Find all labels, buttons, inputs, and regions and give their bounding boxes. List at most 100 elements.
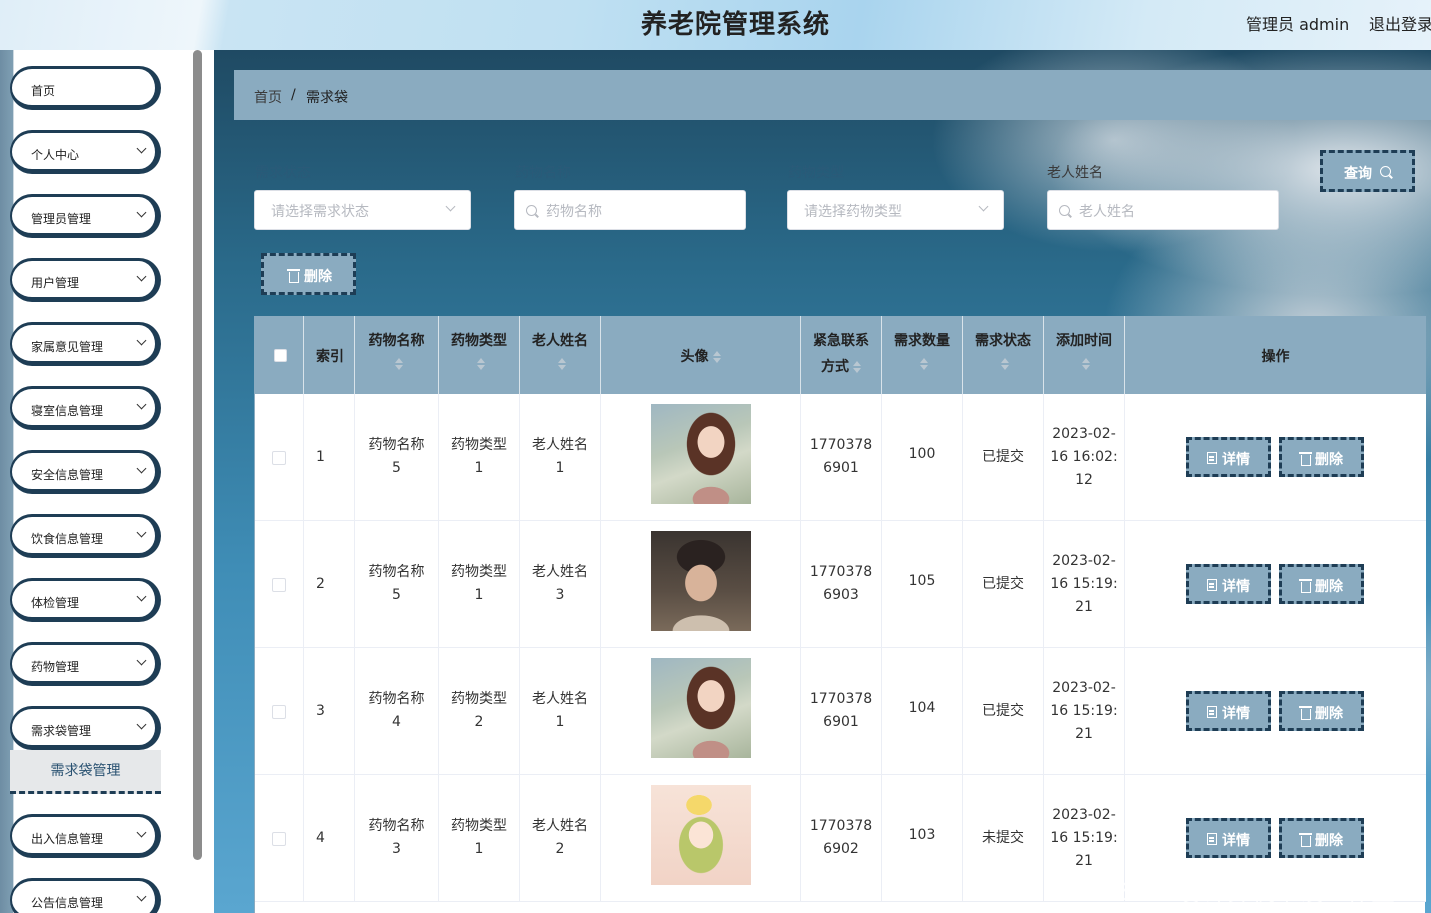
select-all-checkbox[interactable] <box>274 349 287 362</box>
sidebar-subitem-demand-bag[interactable]: 需求袋管理 <box>10 750 161 794</box>
sidebar-item-safety-info[interactable]: 安全信息管理 <box>10 450 161 494</box>
sidebar-scrollbar[interactable] <box>193 50 202 860</box>
drug-type-value: 药物类型 1 <box>439 434 519 480</box>
contact-value: 1770378 6903 <box>801 561 881 607</box>
delete-button[interactable]: 删除 <box>1279 818 1364 858</box>
drug-name-value: 药物名称 5 <box>355 434 438 480</box>
app-title: 养老院管理系统 <box>640 10 830 40</box>
table-cell: 未提交 <box>963 775 1044 902</box>
row-checkbox[interactable] <box>272 578 286 592</box>
breadcrumb-home[interactable]: 首页 <box>254 87 282 107</box>
status-select-placeholder: 请选择需求状态 <box>271 204 369 220</box>
row-checkbox[interactable] <box>272 705 286 719</box>
status-value: 已提交 <box>982 703 1024 719</box>
detail-button-label: 详情 <box>1222 706 1250 722</box>
main-content: 首页 / 需求袋 需求状态 请选择需求状态 药物名称 药物名称 药物类型 请选择… <box>214 50 1431 913</box>
sidebar-item-notice-info[interactable]: 公告信息管理 <box>10 878 161 913</box>
sidebar-item-access-info[interactable]: 出入信息管理 <box>10 814 161 858</box>
query-button[interactable]: 查询 <box>1320 150 1415 192</box>
added-time-line-2: 16 15:19: <box>1050 830 1118 846</box>
current-user: 管理员 admin <box>1246 15 1350 34</box>
header-elder-name-label: 老人姓名 <box>532 333 588 349</box>
delete-button[interactable]: 删除 <box>1279 437 1364 477</box>
sort-icon[interactable] <box>394 358 403 370</box>
sidebar-item-health-check[interactable]: 体检管理 <box>10 578 161 622</box>
elder-name-input[interactable]: 老人姓名 <box>1047 190 1279 230</box>
status-select[interactable]: 请选择需求状态 <box>254 190 471 230</box>
batch-delete-button[interactable]: 删除 <box>261 253 356 295</box>
sidebar-item-family-feedback[interactable]: 家属意见管理 <box>10 322 161 366</box>
drug-name-value: 药物名称 4 <box>355 688 438 734</box>
sort-icon[interactable] <box>477 358 485 370</box>
sidebar-item-label: 管理员管理 <box>31 212 92 226</box>
drug-name-value: 药物名称 3 <box>355 815 438 861</box>
header-status[interactable]: 需求状态 <box>963 316 1044 394</box>
contact-value-line-2: 6901 <box>823 714 859 730</box>
contact-value: 1770378 6901 <box>801 688 881 734</box>
status-value: 未提交 <box>982 830 1024 846</box>
table-cell <box>1125 521 1426 648</box>
row-checkbox[interactable] <box>272 832 286 846</box>
table-cell: 药物类型 2 <box>439 648 520 775</box>
added-time-line-2: 16 16:02: <box>1050 449 1118 465</box>
drug-type-select[interactable]: 请选择药物类型 <box>787 190 1004 230</box>
delete-button[interactable]: 删除 <box>1279 691 1364 731</box>
detail-button[interactable]: 详情 <box>1186 691 1271 731</box>
sidebar-item-user-management[interactable]: 用户管理 <box>10 258 161 302</box>
sort-icon[interactable] <box>712 351 721 363</box>
detail-button-label: 详情 <box>1222 833 1250 849</box>
detail-button[interactable]: 详情 <box>1186 437 1271 477</box>
added-time-value: 2023-02- 16 15:19: 21 <box>1044 550 1124 619</box>
contact-value-line-1: 1770378 <box>809 564 873 580</box>
drug-type-filter-label: 药物类型 <box>788 165 844 181</box>
drug-name-filter-label: 药物名称 <box>515 165 571 181</box>
document-icon <box>1207 579 1217 591</box>
drug-name-input[interactable]: 药物名称 <box>514 190 746 230</box>
delete-button[interactable]: 删除 <box>1279 564 1364 604</box>
quantity-value: 100 <box>908 446 936 462</box>
quantity-value: 104 <box>908 700 936 716</box>
trash-icon <box>287 269 300 283</box>
logout-link[interactable]: 退出登录 <box>1369 11 1431 35</box>
sidebar-item-label: 首页 <box>31 84 56 98</box>
sidebar-item-demand-bag-management[interactable]: 需求袋管理 <box>10 706 161 750</box>
sidebar-item-personal-center[interactable]: 个人中心 <box>10 130 161 174</box>
sort-icon[interactable] <box>1001 358 1009 370</box>
table-cell: 老人姓名 3 <box>520 521 601 648</box>
chevron-down-icon <box>136 207 147 218</box>
sort-icon[interactable] <box>920 358 928 370</box>
header-elder-name[interactable]: 老人姓名 <box>520 316 601 394</box>
header-added-time[interactable]: 添加时间 <box>1044 316 1125 394</box>
table-cell: 1770378 6901 <box>801 648 882 775</box>
sort-icon[interactable] <box>853 361 861 373</box>
search-icon <box>526 205 537 216</box>
header-quantity[interactable]: 需求数量 <box>882 316 963 394</box>
sidebar-item-dorm-info[interactable]: 寝室信息管理 <box>10 386 161 430</box>
sidebar-item-admin-management[interactable]: 管理员管理 <box>10 194 161 238</box>
sidebar-item-label: 饮食信息管理 <box>31 532 104 546</box>
header-avatar[interactable]: 头像 <box>601 316 801 394</box>
search-icon <box>1380 166 1391 177</box>
sort-icon[interactable] <box>1082 358 1090 370</box>
header-contact[interactable]: 紧急联系 方式 <box>801 316 882 394</box>
sidebar-item-diet-info[interactable]: 饮食信息管理 <box>10 514 161 558</box>
sidebar-item-label: 用户管理 <box>31 276 80 290</box>
detail-button[interactable]: 详情 <box>1186 564 1271 604</box>
sort-icon[interactable] <box>558 358 566 370</box>
breadcrumb: 首页 / 需求袋 <box>234 70 1431 120</box>
elder-name-filter-label: 老人姓名 <box>1047 165 1103 181</box>
detail-button[interactable]: 详情 <box>1186 818 1271 858</box>
header-drug-name[interactable]: 药物名称 <box>355 316 439 394</box>
chevron-down-icon <box>136 143 147 154</box>
header-index: 索引 <box>304 316 355 394</box>
table-cell: 已提交 <box>963 394 1044 521</box>
sidebar-item-label: 体检管理 <box>31 596 80 610</box>
sidebar-item-home[interactable]: 首页 <box>10 66 161 110</box>
row-checkbox[interactable] <box>272 451 286 465</box>
header-index-label: 索引 <box>316 349 344 365</box>
table-cell: 药物类型 1 <box>439 394 520 521</box>
header-drug-type[interactable]: 药物类型 <box>439 316 520 394</box>
elder-name-value-line-1: 老人姓名 <box>532 437 588 453</box>
table-cell: 老人姓名 1 <box>520 648 601 775</box>
sidebar-item-drug-management[interactable]: 药物管理 <box>10 642 161 686</box>
